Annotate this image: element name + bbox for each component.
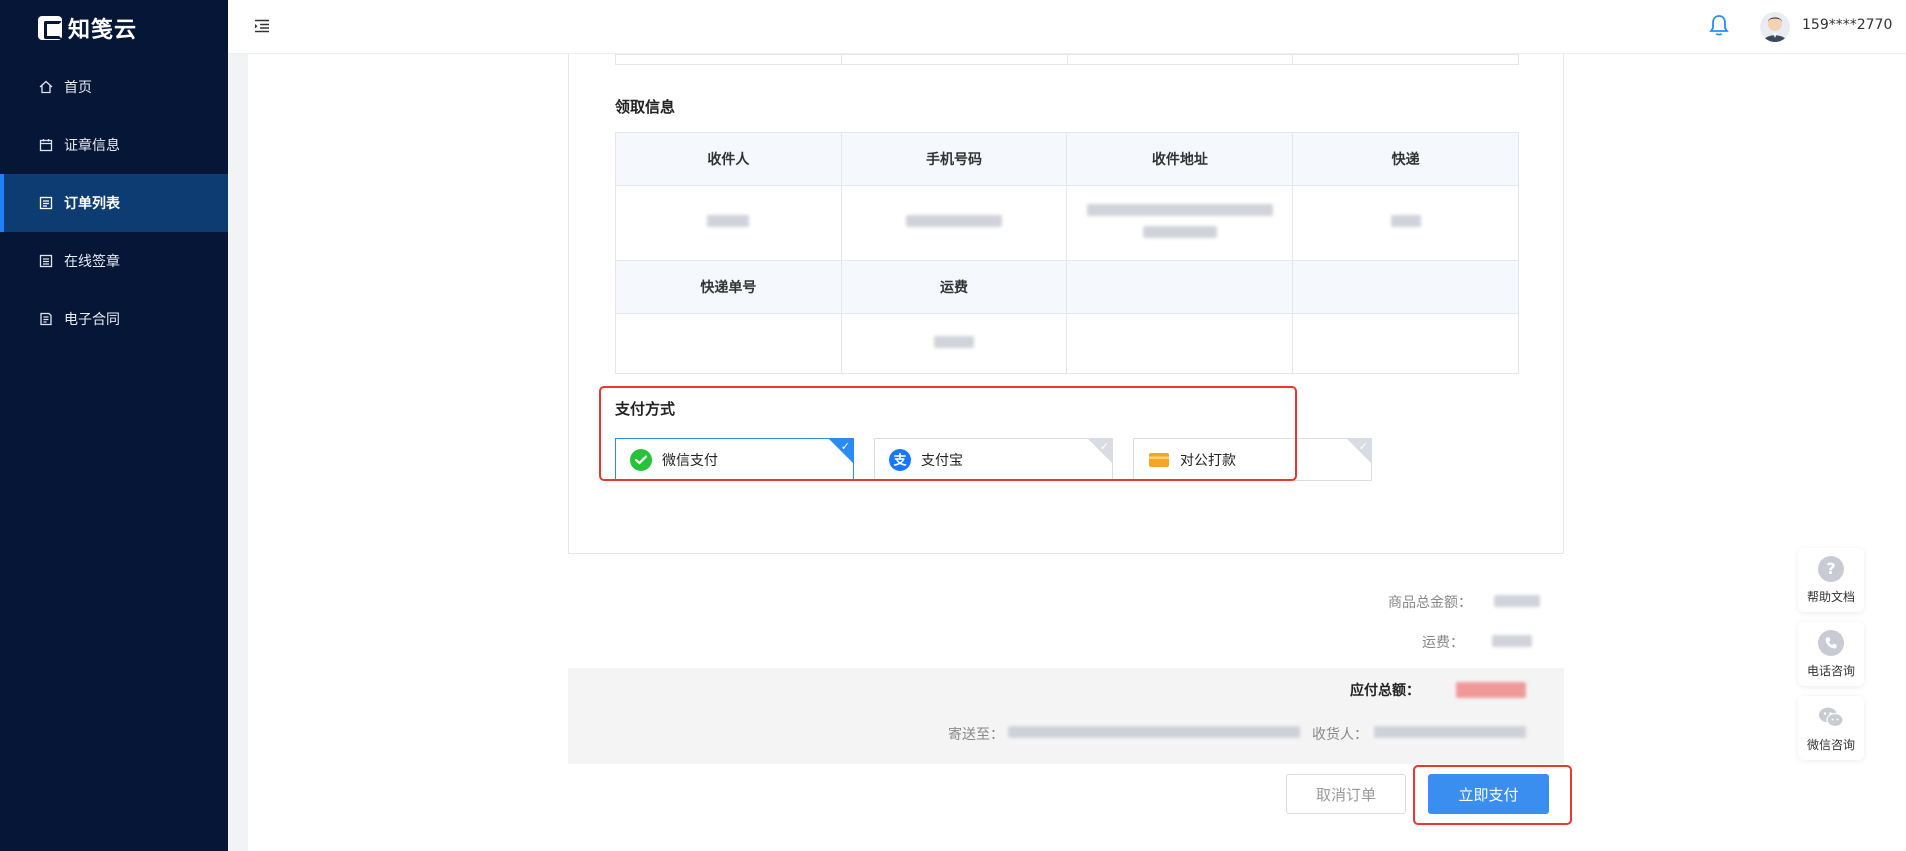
col-header-address: 收件地址 xyxy=(1066,132,1294,186)
col-header-empty xyxy=(1066,260,1294,314)
shipping-row: 运费： xyxy=(1422,632,1533,652)
pay-button-highlight-box xyxy=(1413,765,1572,825)
shipping-label: 运费： xyxy=(1422,635,1464,651)
logo-icon xyxy=(38,16,62,40)
cancel-order-button[interactable]: 取消订单 xyxy=(1286,774,1406,814)
sidebar-item-seal-info[interactable]: 证章信息 xyxy=(0,116,228,174)
sidebar-item-orders[interactable]: 订单列表 xyxy=(0,174,228,232)
main-content: 领取信息 收件人 手机号码 收件地址 快递 快递单号 运费 支付方式 微信支付 … xyxy=(248,54,1906,851)
document-icon xyxy=(38,253,54,269)
col-header-phone: 手机号码 xyxy=(840,132,1068,186)
tracking-no-value xyxy=(615,313,842,374)
wechat-consult-label: 微信咨询 xyxy=(1806,737,1855,752)
courier-value xyxy=(1292,185,1519,261)
goods-total-value xyxy=(1494,595,1541,607)
top-header: 159****2770 xyxy=(228,0,1906,54)
payable-total-band: 应付总额： 寄送至： 收货人： xyxy=(568,668,1564,764)
receive-info-title: 领取信息 xyxy=(615,98,676,116)
sidebar-item-home[interactable]: 首页 xyxy=(0,58,228,116)
goods-total-row: 商品总金额： xyxy=(1388,592,1541,612)
sidebar-item-label: 首页 xyxy=(64,80,92,96)
col-header-recipient: 收件人 xyxy=(615,132,842,186)
phone-consult-label: 电话咨询 xyxy=(1806,663,1855,678)
payment-highlight-box xyxy=(599,386,1297,481)
col-header-tracking-no: 快递单号 xyxy=(615,260,842,314)
menu-toggle-icon[interactable] xyxy=(254,18,272,36)
help-docs-button[interactable]: ? 帮助文档 xyxy=(1798,548,1864,612)
sidebar-item-online-sign[interactable]: 在线签章 xyxy=(0,232,228,290)
sidebar-nav: 首页 证章信息 订单列表 在线签章 电子合同 xyxy=(0,58,228,348)
sidebar: 知笺云 首页 证章信息 订单列表 在线签章 电子合同 xyxy=(0,0,228,851)
payable-label: 应付总额： xyxy=(1350,683,1420,699)
logo[interactable]: 知笺云 xyxy=(0,0,228,56)
shipping-fee-value xyxy=(840,313,1068,374)
wechat-consult-button[interactable]: 微信咨询 xyxy=(1798,696,1864,760)
phone-value xyxy=(840,185,1068,261)
phone-consult-button[interactable]: 电话咨询 xyxy=(1798,622,1864,686)
col-header-shipping-fee: 运费 xyxy=(840,260,1068,314)
sidebar-item-label: 证章信息 xyxy=(64,138,120,154)
contract-icon xyxy=(38,311,54,327)
wechat-icon xyxy=(1818,704,1844,730)
user-name[interactable]: 159****2770 xyxy=(1802,17,1892,33)
recipient-value xyxy=(615,185,842,261)
shipping-value xyxy=(1492,635,1533,647)
calendar-icon xyxy=(38,137,54,153)
help-docs-label: 帮助文档 xyxy=(1806,589,1855,604)
receiver-value xyxy=(1374,726,1526,738)
previous-table-bottom xyxy=(615,54,1519,65)
phone-icon xyxy=(1818,629,1844,656)
col-header-courier: 快递 xyxy=(1292,132,1519,186)
avatar[interactable] xyxy=(1760,12,1790,42)
logo-text: 知笺云 xyxy=(68,18,138,43)
receiver-label: 收货人： xyxy=(1312,727,1368,743)
goods-total-label: 商品总金额： xyxy=(1388,595,1472,611)
address-value xyxy=(1066,185,1294,261)
sidebar-item-label: 订单列表 xyxy=(64,196,120,212)
list-icon xyxy=(38,195,54,211)
col-header-empty xyxy=(1292,260,1519,314)
ship-to-label: 寄送至： xyxy=(948,727,1004,743)
home-icon xyxy=(38,79,54,95)
sidebar-item-e-contract[interactable]: 电子合同 xyxy=(0,290,228,348)
question-icon: ? xyxy=(1818,555,1844,582)
sidebar-item-label: 电子合同 xyxy=(64,312,120,328)
check-icon: ✓ xyxy=(1358,440,1368,453)
sidebar-item-label: 在线签章 xyxy=(64,254,120,270)
notification-bell-icon[interactable] xyxy=(1708,14,1732,40)
ship-to-value xyxy=(1008,726,1300,738)
payable-value xyxy=(1456,682,1526,698)
receive-info-table: 收件人 手机号码 收件地址 快递 快递单号 运费 xyxy=(615,132,1519,374)
